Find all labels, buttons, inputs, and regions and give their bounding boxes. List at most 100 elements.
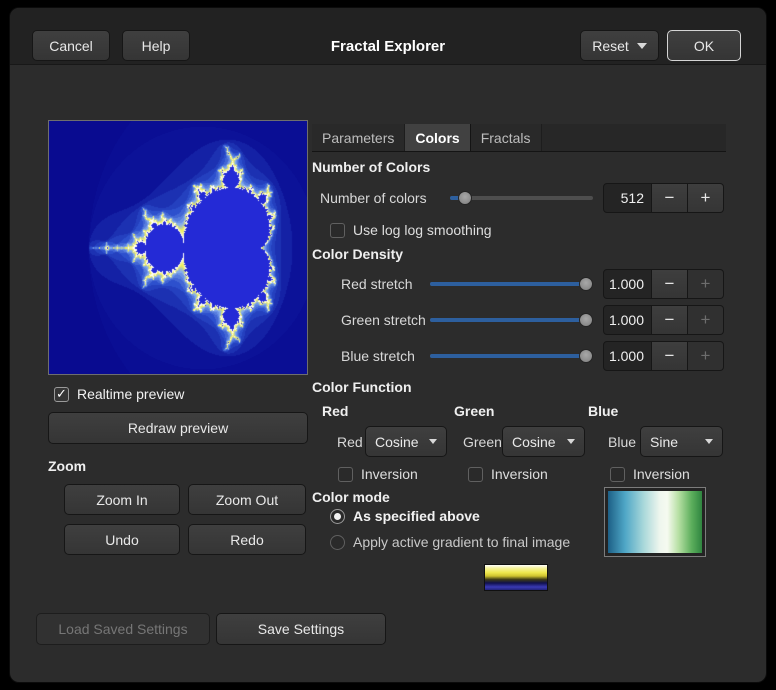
blue-stretch-input[interactable] xyxy=(603,341,652,371)
checkbox-icon xyxy=(468,467,483,482)
reset-label: Reset xyxy=(592,38,629,54)
red-function-label: Red xyxy=(337,434,363,450)
red-stretch-spinbox: − + xyxy=(603,269,724,299)
red-column-header: Red xyxy=(322,403,348,419)
plus-icon: + xyxy=(701,274,711,294)
apply-active-gradient-radio[interactable]: Apply active gradient to final image xyxy=(330,533,570,551)
minus-icon: − xyxy=(665,346,675,366)
blue-stretch-decrement-button[interactable]: − xyxy=(652,341,688,371)
reset-button[interactable]: Reset xyxy=(580,30,659,61)
notebook-tabbar: Parameters Colors Fractals xyxy=(312,124,726,152)
number-of-colors-increment-button[interactable]: + xyxy=(688,183,724,213)
tab-colors[interactable]: Colors xyxy=(405,124,470,151)
redo-button[interactable]: Redo xyxy=(188,524,306,555)
zoom-heading: Zoom xyxy=(48,458,86,474)
green-inversion-checkbox[interactable]: Inversion xyxy=(468,465,548,483)
active-gradient-button[interactable] xyxy=(484,564,548,591)
as-specified-above-radio[interactable]: As specified above xyxy=(330,507,480,525)
checkbox-icon xyxy=(610,467,625,482)
tab-fractals[interactable]: Fractals xyxy=(471,124,542,151)
minus-icon: − xyxy=(665,188,675,208)
load-saved-settings-button: Load Saved Settings xyxy=(36,613,210,645)
green-stretch-slider[interactable] xyxy=(430,306,593,334)
red-stretch-label: Red stretch xyxy=(341,276,413,292)
realtime-preview-checkbox[interactable]: Realtime preview xyxy=(54,385,184,403)
chevron-down-icon xyxy=(567,439,575,444)
slider-handle[interactable] xyxy=(579,277,593,291)
blue-inversion-checkbox[interactable]: Inversion xyxy=(610,465,690,483)
radio-icon xyxy=(330,535,345,550)
green-stretch-decrement-button[interactable]: − xyxy=(652,305,688,335)
color-density-heading: Color Density xyxy=(312,246,403,262)
blue-stretch-spinbox: − + xyxy=(603,341,724,371)
checkbox-icon xyxy=(330,223,345,238)
blue-stretch-slider[interactable] xyxy=(430,342,593,370)
green-stretch-label: Green stretch xyxy=(341,312,426,328)
slider-handle[interactable] xyxy=(458,191,472,205)
window-title: Fractal Explorer xyxy=(260,38,516,55)
number-of-colors-slider[interactable] xyxy=(450,184,593,212)
number-of-colors-heading: Number of Colors xyxy=(312,159,430,175)
realtime-preview-label: Realtime preview xyxy=(77,386,184,402)
color-function-heading: Color Function xyxy=(312,379,412,395)
fractal-preview-frame xyxy=(48,120,308,375)
save-settings-button[interactable]: Save Settings xyxy=(216,613,386,645)
green-stretch-input[interactable] xyxy=(603,305,652,335)
zoom-out-button[interactable]: Zoom Out xyxy=(188,484,306,515)
red-stretch-increment-button: + xyxy=(688,269,724,299)
blue-inversion-label: Inversion xyxy=(633,466,690,482)
chevron-down-icon xyxy=(429,439,437,444)
log-log-smoothing-checkbox[interactable]: Use log log smoothing xyxy=(330,221,492,239)
number-of-colors-spinbox: − + xyxy=(603,183,724,213)
blue-stretch-label: Blue stretch xyxy=(341,348,415,364)
green-column-header: Green xyxy=(454,403,494,419)
red-stretch-decrement-button[interactable]: − xyxy=(652,269,688,299)
plus-icon: + xyxy=(701,188,711,208)
zoom-in-button[interactable]: Zoom In xyxy=(64,484,180,515)
number-of-colors-label: Number of colors xyxy=(320,190,427,206)
tab-parameters[interactable]: Parameters xyxy=(312,124,405,151)
red-inversion-label: Inversion xyxy=(361,466,418,482)
number-of-colors-decrement-button[interactable]: − xyxy=(652,183,688,213)
minus-icon: − xyxy=(665,274,675,294)
fractal-explorer-window: Cancel Help Fractal Explorer Reset OK Re… xyxy=(10,8,766,682)
blue-column-header: Blue xyxy=(588,403,618,419)
ok-button[interactable]: OK xyxy=(667,30,741,61)
green-stretch-spinbox: − + xyxy=(603,305,724,335)
blue-function-label: Blue xyxy=(608,434,636,450)
chevron-down-icon xyxy=(705,439,713,444)
checkbox-icon xyxy=(338,467,353,482)
slider-fill xyxy=(430,282,586,286)
undo-button[interactable]: Undo xyxy=(64,524,180,555)
blue-function-value: Sine xyxy=(650,434,678,450)
apply-active-gradient-label: Apply active gradient to final image xyxy=(353,534,570,550)
color-mode-heading: Color mode xyxy=(312,489,390,505)
slider-handle[interactable] xyxy=(579,349,593,363)
color-function-gradient xyxy=(608,491,702,553)
red-inversion-checkbox[interactable]: Inversion xyxy=(338,465,418,483)
blue-stretch-increment-button: + xyxy=(688,341,724,371)
plus-icon: + xyxy=(701,310,711,330)
redraw-preview-button[interactable]: Redraw preview xyxy=(48,412,308,444)
red-stretch-input[interactable] xyxy=(603,269,652,299)
help-button[interactable]: Help xyxy=(122,30,190,61)
checkbox-icon xyxy=(54,387,69,402)
green-function-label: Green xyxy=(463,434,502,450)
green-function-value: Cosine xyxy=(512,434,556,450)
red-function-dropdown[interactable]: Cosine xyxy=(365,426,447,457)
slider-handle[interactable] xyxy=(579,313,593,327)
red-stretch-slider[interactable] xyxy=(430,270,593,298)
color-function-preview xyxy=(604,487,706,557)
fractal-preview-canvas[interactable] xyxy=(49,121,307,374)
green-inversion-label: Inversion xyxy=(491,466,548,482)
chevron-down-icon xyxy=(637,43,647,49)
log-log-smoothing-label: Use log log smoothing xyxy=(353,222,492,238)
green-function-dropdown[interactable]: Cosine xyxy=(502,426,585,457)
plus-icon: + xyxy=(701,346,711,366)
slider-fill xyxy=(430,318,586,322)
titlebar: Cancel Help Fractal Explorer Reset OK xyxy=(10,8,766,65)
blue-function-dropdown[interactable]: Sine xyxy=(640,426,723,457)
cancel-button[interactable]: Cancel xyxy=(32,30,110,61)
radio-icon xyxy=(330,509,345,524)
number-of-colors-input[interactable] xyxy=(603,183,652,213)
